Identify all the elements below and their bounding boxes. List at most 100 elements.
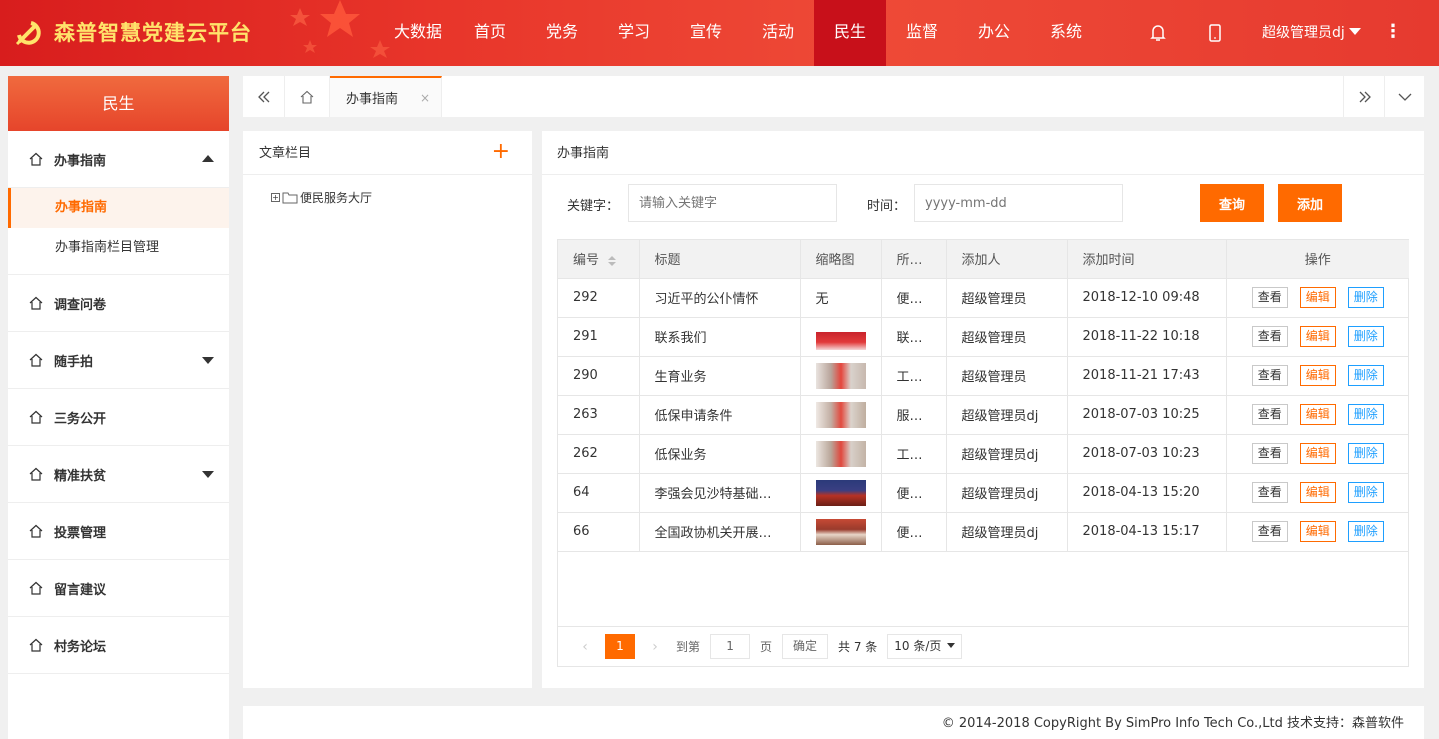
sidebar-group-label: 村务论坛 xyxy=(54,639,107,655)
tabs-menu-button[interactable] xyxy=(1384,76,1424,117)
close-icon[interactable]: × xyxy=(420,91,430,105)
current-page[interactable]: 1 xyxy=(605,634,635,659)
mobile-icon[interactable] xyxy=(1204,22,1226,44)
view-button[interactable]: 查看 xyxy=(1251,326,1288,347)
category-panel: 文章栏目 + + 便民服务大厅 xyxy=(243,131,532,688)
cell-id: 64 xyxy=(558,473,640,513)
more-menu-icon[interactable]: ⋮ xyxy=(1384,21,1402,42)
view-button[interactable]: 查看 xyxy=(1251,443,1288,464)
view-button[interactable]: 查看 xyxy=(1251,287,1288,308)
home-icon xyxy=(300,90,314,104)
next-page-button[interactable]: › xyxy=(640,639,670,655)
top-header: 森普智慧党建云平台 大数据 首页 党务 学习 宣传 活动 民生 监督 办公 系统… xyxy=(0,0,1439,66)
delete-button[interactable]: 删除 xyxy=(1347,365,1384,386)
thumbnail-image xyxy=(815,440,866,467)
category-panel-title: 文章栏目 xyxy=(259,146,312,161)
home-icon xyxy=(29,581,43,595)
view-button[interactable]: 查看 xyxy=(1251,482,1288,503)
edit-button[interactable]: 编辑 xyxy=(1299,326,1336,347)
sidebar-group-label: 留言建议 xyxy=(54,582,107,598)
edit-button[interactable]: 编辑 xyxy=(1299,482,1336,503)
tab-home[interactable] xyxy=(285,76,330,117)
edit-button[interactable]: 编辑 xyxy=(1299,404,1336,425)
prev-page-button[interactable]: ‹ xyxy=(570,639,600,655)
cell-time: 2018-04-13 15:17 xyxy=(1067,512,1227,552)
cell-author: 超级管理员dj xyxy=(946,512,1068,552)
table-body: 292 习近平的公仆情怀无便… 超级管理员 2018-12-10 09:48 查看 编辑删… xyxy=(558,278,1409,552)
home-icon xyxy=(29,152,43,166)
cell-thumbnail xyxy=(800,395,882,435)
caret-down-icon xyxy=(202,357,214,364)
edit-button[interactable]: 编辑 xyxy=(1299,443,1336,464)
table-row: 292 习近平的公仆情怀无便… 超级管理员 2018-12-10 09:48 查看 编辑删… xyxy=(558,278,1409,318)
tab-guide[interactable]: 办事指南 × xyxy=(330,76,442,117)
sidebar-group-survey[interactable]: 调查问卷 xyxy=(8,275,229,332)
footer: © 2014-2018 CopyRight By SimPro Info Tec… xyxy=(243,706,1424,739)
nav-item-party-affairs[interactable]: 党务 xyxy=(526,0,598,66)
bell-icon[interactable] xyxy=(1147,22,1169,44)
cell-author: 超级管理员 xyxy=(946,356,1068,396)
brand-logo[interactable]: 森普智慧党建云平台 xyxy=(14,14,252,50)
tab-label: 办事指南 xyxy=(346,92,399,107)
pagination: ‹ 1 › 到第 1 页 确定 共 7 条 10 条/页 xyxy=(558,626,1408,666)
user-menu[interactable]: 超级管理员dj xyxy=(1262,22,1361,42)
nav-item-publicity[interactable]: 宣传 xyxy=(670,0,742,66)
query-button[interactable]: 查询 xyxy=(1200,184,1264,222)
edit-button[interactable]: 编辑 xyxy=(1299,365,1336,386)
tree-node[interactable]: + 便民服务大厅 xyxy=(271,189,372,206)
date-input[interactable] xyxy=(914,184,1123,222)
sidebar-item-guide-category[interactable]: 办事指南栏目管理 xyxy=(8,228,229,268)
keyword-input[interactable] xyxy=(628,184,837,222)
main-panel-title: 办事指南 xyxy=(542,131,1424,175)
tabs-scroll-right-button[interactable] xyxy=(1343,76,1385,117)
sidebar-group-disclosure[interactable]: 三务公开 xyxy=(8,389,229,446)
copyright-text: © 2014-2018 CopyRight By SimPro Info Tec… xyxy=(941,716,1404,731)
sidebar-group-suggestions[interactable]: 留言建议 xyxy=(8,560,229,617)
cell-actions: 查看 编辑 删除 xyxy=(1226,278,1409,318)
sidebar-group-label: 办事指南 xyxy=(54,153,107,169)
delete-button[interactable]: 删除 xyxy=(1347,404,1384,425)
add-category-icon[interactable]: + xyxy=(492,131,510,173)
sidebar-item-guide[interactable]: 办事指南 xyxy=(8,188,229,228)
column-header-id[interactable]: 编号 xyxy=(558,240,640,279)
edit-button[interactable]: 编辑 xyxy=(1299,521,1336,542)
page-size-value: 10 条/页 xyxy=(894,639,942,653)
nav-item-office[interactable]: 办公 xyxy=(958,0,1030,66)
delete-button[interactable]: 删除 xyxy=(1347,287,1384,308)
nav-item-bigdata[interactable]: 大数据 xyxy=(382,0,454,66)
goto-confirm-button[interactable]: 确定 xyxy=(782,634,829,659)
sidebar-group-forum[interactable]: 村务论坛 xyxy=(8,617,229,674)
cell-title: 低保业务 xyxy=(639,434,801,474)
expand-icon[interactable]: + xyxy=(271,193,280,202)
column-header-author: 添加人 xyxy=(946,240,1068,279)
delete-button[interactable]: 删除 xyxy=(1347,521,1384,542)
page-size-select[interactable]: 10 条/页 xyxy=(887,634,963,659)
nav-item-activity[interactable]: 活动 xyxy=(742,0,814,66)
nav-item-livelihood[interactable]: 民生 xyxy=(814,0,886,66)
category-panel-header: 文章栏目 + xyxy=(243,131,532,175)
nav-item-supervision[interactable]: 监督 xyxy=(886,0,958,66)
column-header-actions: 操作 xyxy=(1226,240,1409,279)
cell-author: 超级管理员dj xyxy=(946,434,1068,474)
nav-item-study[interactable]: 学习 xyxy=(598,0,670,66)
sidebar-group-snapshot[interactable]: 随手拍 xyxy=(8,332,229,389)
delete-button[interactable]: 删除 xyxy=(1347,326,1384,347)
add-button[interactable]: 添加 xyxy=(1278,184,1342,222)
sidebar-group-poverty[interactable]: 精准扶贫 xyxy=(8,446,229,503)
view-button[interactable]: 查看 xyxy=(1251,521,1288,542)
sort-icon[interactable] xyxy=(607,255,617,267)
cell-title: 习近平的公仆情怀 xyxy=(639,278,801,318)
delete-button[interactable]: 删除 xyxy=(1347,443,1384,464)
sidebar-group-voting[interactable]: 投票管理 xyxy=(8,503,229,560)
goto-page-input[interactable]: 1 xyxy=(710,634,751,659)
view-button[interactable]: 查看 xyxy=(1251,404,1288,425)
cell-thumbnail xyxy=(800,317,882,357)
cell-category: 便… xyxy=(881,278,947,318)
sidebar-group-guide[interactable]: 办事指南 xyxy=(8,131,229,188)
nav-item-system[interactable]: 系统 xyxy=(1030,0,1102,66)
delete-button[interactable]: 删除 xyxy=(1347,482,1384,503)
nav-item-home[interactable]: 首页 xyxy=(454,0,526,66)
tabs-scroll-left-button[interactable] xyxy=(243,76,285,117)
view-button[interactable]: 查看 xyxy=(1251,365,1288,386)
edit-button[interactable]: 编辑 xyxy=(1299,287,1336,308)
